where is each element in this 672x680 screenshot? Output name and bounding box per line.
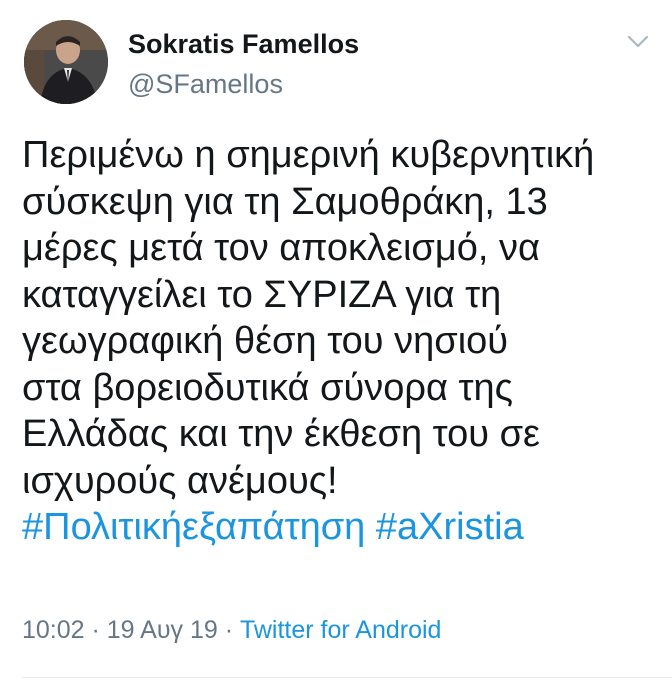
tweet-text-line: Περιμένω η σημερινή κυβερνητική bbox=[22, 134, 595, 176]
tweet-source-link[interactable]: Twitter for Android bbox=[240, 616, 441, 644]
tweet-text-line: γεωγραφική θέση του νησιού bbox=[22, 320, 509, 362]
meta-separator: · bbox=[84, 616, 107, 644]
tweet-meta: 10:02 · 19 Αυγ 19 · Twitter for Android bbox=[22, 616, 441, 645]
chevron-down-icon bbox=[627, 35, 649, 48]
tweet-time[interactable]: 10:02 bbox=[22, 616, 85, 644]
tweet-text-line: καταγγείλει το ΣΥΡΙΖΑ για τη bbox=[22, 273, 502, 316]
hashtag-link[interactable]: #aXristia bbox=[376, 506, 524, 548]
tweet-menu-button[interactable] bbox=[622, 28, 654, 56]
meta-separator: · bbox=[217, 616, 240, 644]
avatar-image bbox=[24, 20, 108, 104]
tweet-text-line: ισχυρούς ανέμους! bbox=[22, 459, 338, 502]
hashtag-row: #Πολιτικήεξαπάτηση #aXristia bbox=[22, 504, 662, 551]
hashtag-link[interactable]: #Πολιτικήεξαπάτηση bbox=[22, 506, 365, 548]
tweet-text: Περιμένω η σημερινή κυβερνητική σύσκεψη … bbox=[22, 132, 662, 551]
tweet-text-line: σύσκεψη για τη Σαμοθράκη, 13 bbox=[22, 180, 548, 223]
tweet-text-line: Ελλάδας και την έκθεση του σε bbox=[22, 413, 540, 455]
author-handle[interactable]: @SFamellos bbox=[128, 69, 283, 100]
tweet-card: Sokratis Famellos @SFamellos Περιμένω η … bbox=[0, 0, 672, 680]
tweet-text-line: στα βορειοδυτικά σύνορα της bbox=[22, 366, 513, 409]
divider bbox=[22, 677, 672, 678]
author-name[interactable]: Sokratis Famellos bbox=[128, 29, 359, 60]
tweet-date[interactable]: 19 Αυγ 19 bbox=[107, 616, 218, 644]
tweet-text-line: μέρες μετά τον αποκλεισμό, να bbox=[22, 227, 540, 269]
avatar[interactable] bbox=[24, 20, 108, 104]
